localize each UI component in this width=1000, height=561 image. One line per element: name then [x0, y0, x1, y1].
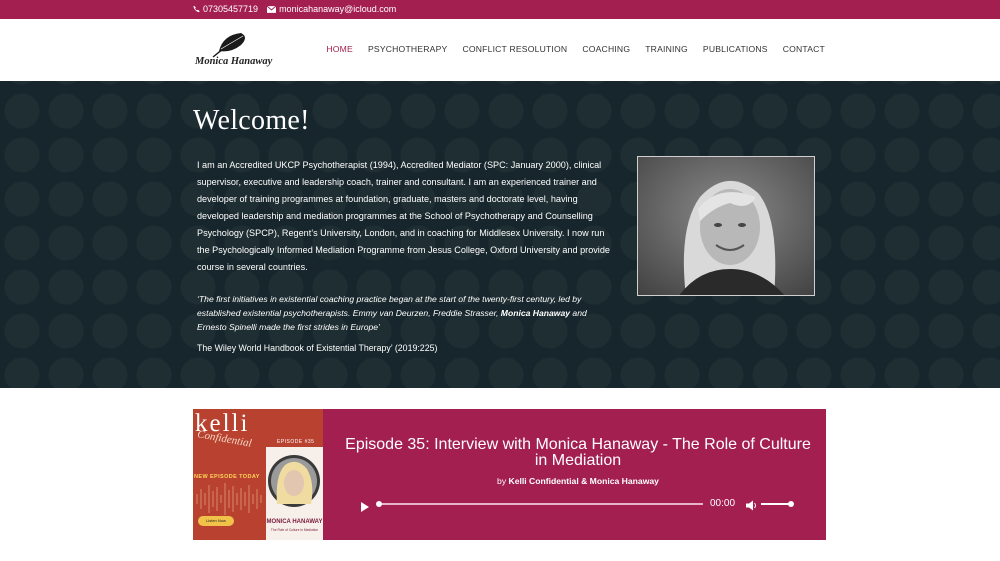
- podcast-player-section: kelli Confidential EPISODE #35 NEW EPISO…: [193, 409, 826, 540]
- welcome-heading: Welcome!: [193, 105, 310, 136]
- cover-listen-badge: Listen Now: [198, 516, 234, 526]
- podcast-cover-art: kelli Confidential EPISODE #35 NEW EPISO…: [193, 409, 323, 540]
- quote-highlight: Monica Hanaway: [500, 308, 571, 318]
- cover-new-episode: NEW EPISODE TODAY: [194, 474, 260, 480]
- welcome-section: Welcome! I am an Accredited UKCP Psychot…: [0, 81, 1000, 388]
- phone-icon: [193, 5, 200, 13]
- nav-conflict-resolution[interactable]: CONFLICT RESOLUTION: [462, 44, 567, 54]
- byline-names: Kelli Confidential & Monica Hanaway: [508, 476, 659, 486]
- nav-coaching[interactable]: COACHING: [582, 44, 630, 54]
- email-contact[interactable]: monicahanaway@icloud.com: [267, 4, 396, 14]
- envelope-icon: [267, 5, 277, 13]
- top-bar: 07305457719 monicahanaway@icloud.com: [0, 0, 1000, 19]
- nav-home[interactable]: HOME: [326, 44, 353, 54]
- audio-player: 00:00: [361, 495, 801, 513]
- cover-episode-number: EPISODE #35: [277, 439, 315, 445]
- bio-paragraph: I am an Accredited UKCP Psychotherapist …: [197, 160, 610, 272]
- episode-byline: by Kelli Confidential & Monica Hanaway: [338, 476, 818, 486]
- portrait-photo: [637, 156, 815, 296]
- nav-contact[interactable]: CONTACT: [783, 44, 825, 54]
- phone-contact[interactable]: 07305457719: [193, 4, 258, 14]
- volume-icon[interactable]: [746, 498, 757, 516]
- nav-publications[interactable]: PUBLICATIONS: [703, 44, 768, 54]
- cover-subtitle: The Role of Culture in Mediation: [270, 528, 319, 532]
- main-nav: HOME PSYCHOTHERAPY CONFLICT RESOLUTION C…: [326, 44, 825, 54]
- episode-title: Episode 35: Interview with Monica Hanawa…: [345, 436, 811, 469]
- site-header: Monica Hanaway HOME PSYCHOTHERAPY CONFLI…: [0, 19, 1000, 81]
- play-icon[interactable]: [361, 499, 369, 517]
- quote-paragraph: ‘The first initiatives in existential co…: [197, 292, 597, 334]
- nav-training[interactable]: TRAINING: [645, 44, 688, 54]
- current-time: 00:00: [710, 498, 736, 509]
- progress-handle[interactable]: [376, 501, 382, 507]
- email-address: monicahanaway@icloud.com: [279, 4, 397, 14]
- quote-citation: The Wiley World Handbook of Existential …: [197, 343, 438, 353]
- cover-guest-name: MONICA HANAWAY: [266, 519, 323, 525]
- volume-track[interactable]: [761, 503, 791, 505]
- site-logo[interactable]: Monica Hanaway: [195, 31, 273, 71]
- phone-number: 07305457719: [203, 4, 259, 14]
- byline-prefix: by: [497, 476, 509, 486]
- logo-text: Monica Hanaway: [195, 56, 273, 67]
- volume-handle[interactable]: [788, 501, 794, 507]
- nav-psychotherapy[interactable]: PSYCHOTHERAPY: [368, 44, 447, 54]
- progress-track[interactable]: [378, 503, 703, 505]
